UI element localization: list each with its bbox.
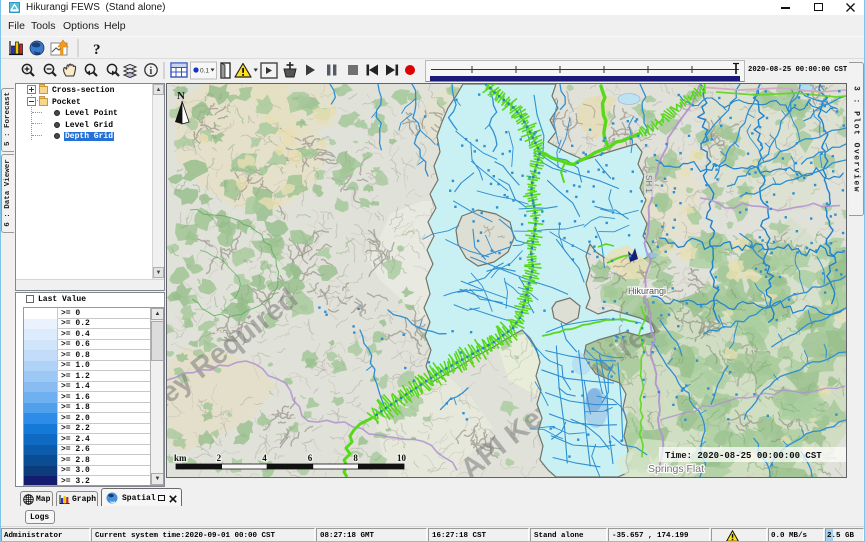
svg-text:10: 10 [397, 453, 407, 463]
svg-text:6: 6 [308, 453, 313, 463]
svg-text:8: 8 [353, 453, 358, 463]
svg-text:Hikurangi: Hikurangi [628, 286, 666, 296]
svg-text:km: km [174, 453, 187, 463]
svg-text:i: i [150, 66, 153, 77]
svg-text:N: N [177, 90, 185, 102]
svg-text:0.1: 0.1 [200, 68, 209, 75]
svg-text:SH 1: SH 1 [644, 175, 653, 193]
svg-text:Time: 2020-08-25 00:00:00 CST: Time: 2020-08-25 00:00:00 CST [665, 451, 822, 461]
svg-text:Springs Flat: Springs Flat [648, 463, 704, 475]
svg-text:4: 4 [262, 453, 267, 463]
svg-text:?: ? [93, 42, 101, 58]
svg-text:2: 2 [217, 453, 222, 463]
